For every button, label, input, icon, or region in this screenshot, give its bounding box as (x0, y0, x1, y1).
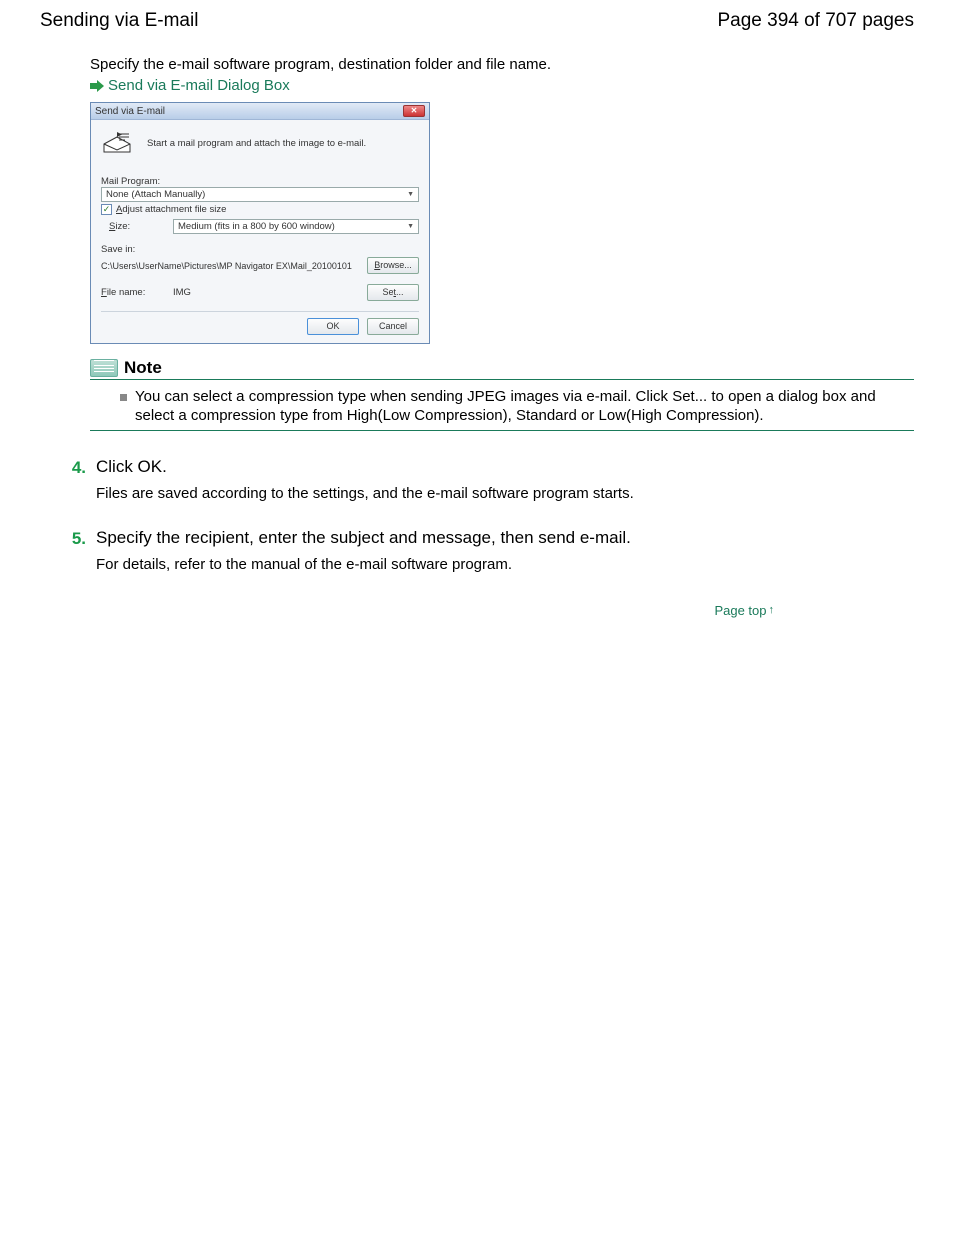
dialog-description: Start a mail program and attach the imag… (147, 138, 366, 149)
mail-program-value: None (Attach Manually) (106, 188, 205, 201)
step-para: For details, refer to the manual of the … (96, 556, 631, 573)
note-heading: Note (124, 358, 162, 378)
bullet-icon (120, 394, 127, 401)
mail-program-select[interactable]: None (Attach Manually) ▼ (101, 187, 419, 202)
send-via-email-dialog: Send via E-mail ✕ Start a mail program a… (90, 102, 430, 344)
mail-program-label: Mail Program: (101, 176, 419, 187)
cross-ref-text: Send via E-mail Dialog Box (108, 77, 290, 94)
dialog-title-bar: Send via E-mail ✕ (91, 103, 429, 120)
step-number: 4. (68, 457, 86, 479)
size-label: Size: (101, 221, 165, 232)
cross-ref-link[interactable]: Send via E-mail Dialog Box (90, 77, 914, 94)
page-top-label: Page top (714, 603, 766, 618)
step-4: 4. Click OK. Files are saved according t… (68, 457, 914, 502)
note-text: You can select a compression type when s… (135, 388, 912, 426)
dialog-title-text: Send via E-mail (95, 106, 165, 117)
page-counter: Page 394 of 707 pages (717, 10, 914, 32)
file-name-label: File name: (101, 287, 165, 298)
step-5: 5. Specify the recipient, enter the subj… (68, 528, 914, 573)
adjust-size-label: Adjust attachment file size (116, 204, 226, 215)
intro-text: Specify the e-mail software program, des… (90, 56, 914, 73)
divider (101, 311, 419, 312)
step-number: 5. (68, 528, 86, 550)
mail-icon (101, 130, 133, 156)
save-in-label: Save in: (101, 244, 419, 255)
adjust-size-checkbox[interactable]: ✓ (101, 204, 112, 215)
size-value: Medium (fits in a 800 by 600 window) (178, 220, 335, 233)
save-path-text: C:\Users\UserName\Pictures\MP Navigator … (101, 261, 361, 271)
cancel-button[interactable]: Cancel (367, 318, 419, 335)
browse-button[interactable]: Browse... (367, 257, 419, 274)
note-block: Note You can select a compression type w… (90, 358, 914, 431)
size-select[interactable]: Medium (fits in a 800 by 600 window) ▼ (173, 219, 419, 234)
step-title: Click OK. (96, 457, 634, 477)
set-button[interactable]: Set... (367, 284, 419, 301)
chevron-down-icon: ▼ (407, 220, 414, 233)
arrow-right-icon (90, 81, 104, 91)
step-para: Files are saved according to the setting… (96, 485, 634, 502)
close-icon[interactable]: ✕ (403, 105, 425, 117)
note-icon (90, 359, 118, 377)
page-top-link[interactable]: Page top↑ (714, 603, 774, 618)
chevron-down-icon: ▼ (407, 188, 414, 201)
step-title: Specify the recipient, enter the subject… (96, 528, 631, 548)
ok-button[interactable]: OK (307, 318, 359, 335)
up-arrow-icon: ↑ (769, 604, 775, 616)
page-title: Sending via E-mail (40, 10, 198, 32)
file-name-value: IMG (173, 287, 359, 298)
